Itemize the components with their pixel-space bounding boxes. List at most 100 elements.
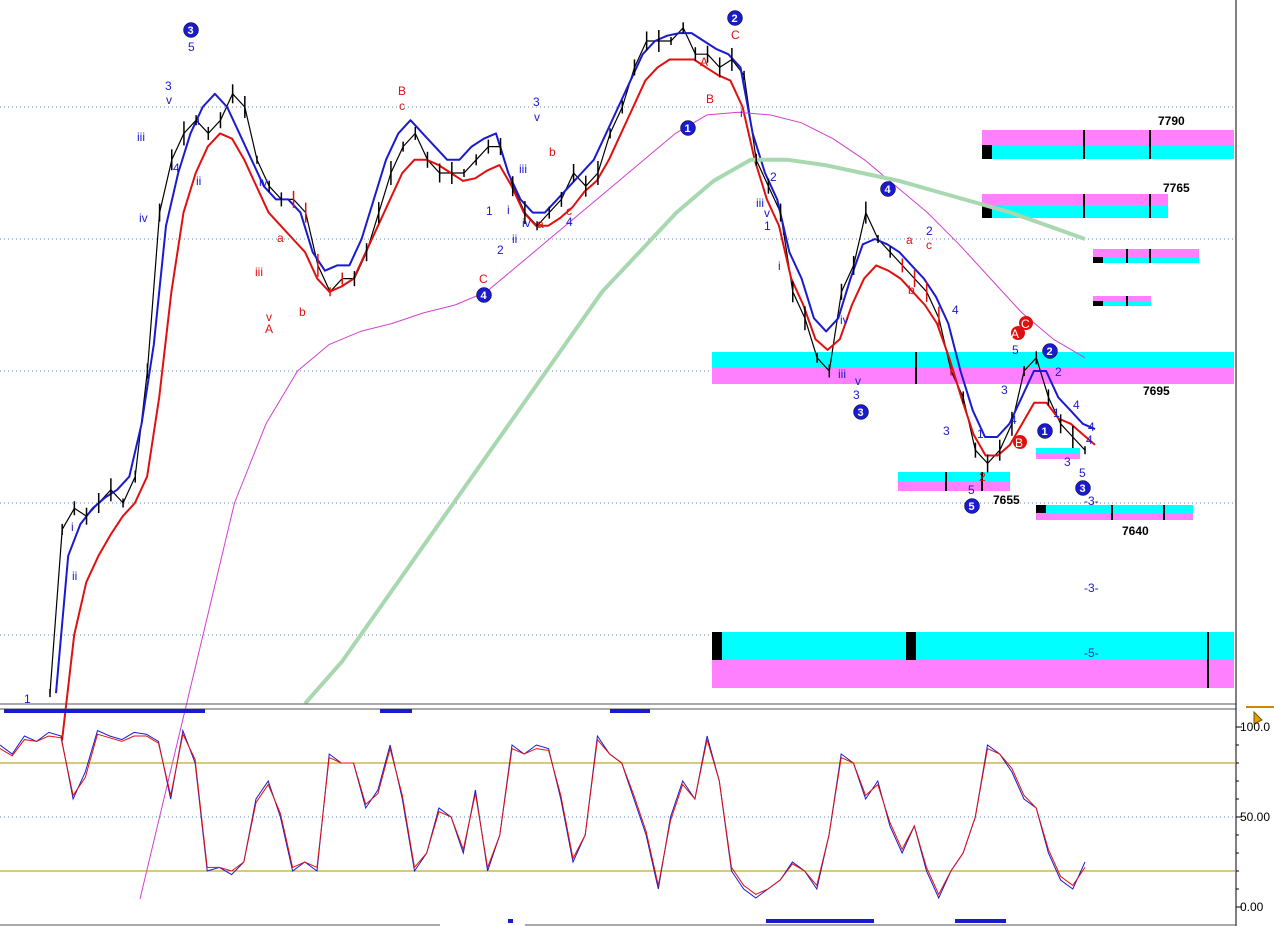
wave-circle-label: 3 <box>858 407 864 419</box>
wave-label: 4 <box>566 215 573 229</box>
wave-label: iv <box>139 211 148 225</box>
zone-small-a-marker <box>1093 257 1103 263</box>
wave-label: 1 <box>1053 406 1060 420</box>
wave-label: 5 <box>188 40 195 54</box>
zone-7600-cyan <box>712 632 1234 660</box>
wave-label: -3- <box>1084 494 1099 508</box>
wave-label: iii <box>756 196 764 210</box>
wave-label: i <box>782 224 785 238</box>
wave-label: a <box>277 231 284 245</box>
level-label: 7655 <box>993 493 1020 507</box>
wave-label: 3 <box>533 95 540 109</box>
wave-label: 4 <box>1086 433 1093 447</box>
zone-7765-magenta <box>982 194 1168 206</box>
wave-label: C <box>1021 317 1030 331</box>
zone-7600-marker-a <box>712 632 722 660</box>
level-label: 7640 <box>1122 524 1149 538</box>
zone-7655-magenta <box>898 482 1010 491</box>
wave-label: 5 <box>1012 343 1019 357</box>
wave-label: 2 <box>926 224 933 238</box>
wave-label: 3 <box>1064 455 1071 469</box>
wave-label: 3 <box>1001 383 1008 397</box>
wave-label: A <box>700 55 708 69</box>
wave-label: 4 <box>1073 398 1080 412</box>
wave-label: 2 <box>497 243 504 257</box>
zone-small-c-cyan <box>1036 448 1080 454</box>
wave-circle-label: 4 <box>885 184 892 196</box>
wave-label: A <box>265 322 273 336</box>
wave-circle-label: 3 <box>188 25 194 37</box>
wave-circle-label: 2 <box>732 13 738 25</box>
wave-label: i <box>507 203 510 217</box>
wave-label: v <box>855 374 861 388</box>
wave-label: b <box>299 305 306 319</box>
oscillator-axis-tick-label: 0.00 <box>1240 900 1264 914</box>
wave-label: B <box>706 92 714 106</box>
wave-label: a <box>537 217 544 231</box>
wave-label: i <box>740 106 743 120</box>
zone-7600-marker-b <box>906 632 916 660</box>
chart-canvas: 7800.7750.7700.7650.7600.7574. 779077657… <box>0 0 1274 926</box>
zone-small-a-cyan <box>1093 257 1199 263</box>
wave-label: a <box>906 233 913 247</box>
wave-label: iii <box>838 367 846 381</box>
wave-circle-label: 5 <box>969 501 975 513</box>
wave-circle-label: 1 <box>1042 426 1048 438</box>
wave-label: B <box>1015 436 1023 450</box>
wave-label: iv <box>840 313 849 327</box>
zone-7640-magenta <box>1036 513 1193 520</box>
level-label: 7765 <box>1163 181 1190 195</box>
oscillator-axis-tick-label: 100.0 <box>1240 720 1270 734</box>
wave-label: B <box>398 84 406 98</box>
zone-7790-magenta <box>982 130 1234 145</box>
wave-label: ii <box>72 569 77 583</box>
wave-label: v <box>534 110 540 124</box>
wave-label: i <box>197 114 200 128</box>
zone-7790-marker <box>982 145 992 159</box>
wave-label: iv <box>259 175 268 189</box>
wave-label: iii <box>255 265 263 279</box>
wave-label: 1 <box>764 219 771 233</box>
wave-circle-label: 4 <box>481 290 488 302</box>
wave-label: 1 <box>486 204 493 218</box>
zone-7640-marker <box>1036 505 1046 513</box>
wave-label: 4 <box>173 161 180 175</box>
level-label: 7695 <box>1143 384 1170 398</box>
wave-label: 2 <box>1055 365 1062 379</box>
wave-label: v <box>764 206 770 220</box>
wave-label: C <box>479 272 488 286</box>
wave-label: b <box>549 145 556 159</box>
level-label: 7790 <box>1158 114 1185 128</box>
wave-label: i <box>778 259 781 273</box>
wave-label: c <box>926 238 932 252</box>
zone-small-b-magenta <box>1093 296 1151 301</box>
wave-label: i <box>71 520 74 534</box>
zone-7640-cyan <box>1036 505 1193 513</box>
zone-7655-cyan <box>898 472 1010 482</box>
wave-label: 1 <box>977 427 984 441</box>
wave-label: A <box>1011 327 1019 341</box>
wave-label: -5- <box>1084 646 1099 660</box>
wave-label: v <box>166 93 172 107</box>
wave-label: 4 <box>1010 413 1017 427</box>
axis-background <box>1236 0 1274 926</box>
wave-label: -3- <box>1084 581 1099 595</box>
zone-7600-magenta <box>712 660 1234 688</box>
wave-circle-label: 2 <box>1047 346 1053 358</box>
wave-circle-label: 1 <box>685 123 691 135</box>
wave-label: 2 <box>979 470 986 484</box>
zone-7695-cyan <box>712 352 1234 368</box>
wave-label: 5 <box>1079 466 1086 480</box>
wave-label: 4 <box>952 303 959 317</box>
wave-label: 5 <box>968 483 975 497</box>
wave-label: 3 <box>853 388 860 402</box>
wave-label: 3 <box>943 424 950 438</box>
wave-label: ii <box>512 232 517 246</box>
zone-small-a-magenta <box>1093 249 1199 257</box>
zone-7695-magenta <box>712 368 1234 384</box>
zone-small-c-magenta <box>1036 454 1080 459</box>
wave-label: iii <box>519 162 527 176</box>
wave-label: c <box>399 99 405 113</box>
wave-label: C <box>731 28 740 42</box>
wave-label: 3 <box>165 79 172 93</box>
